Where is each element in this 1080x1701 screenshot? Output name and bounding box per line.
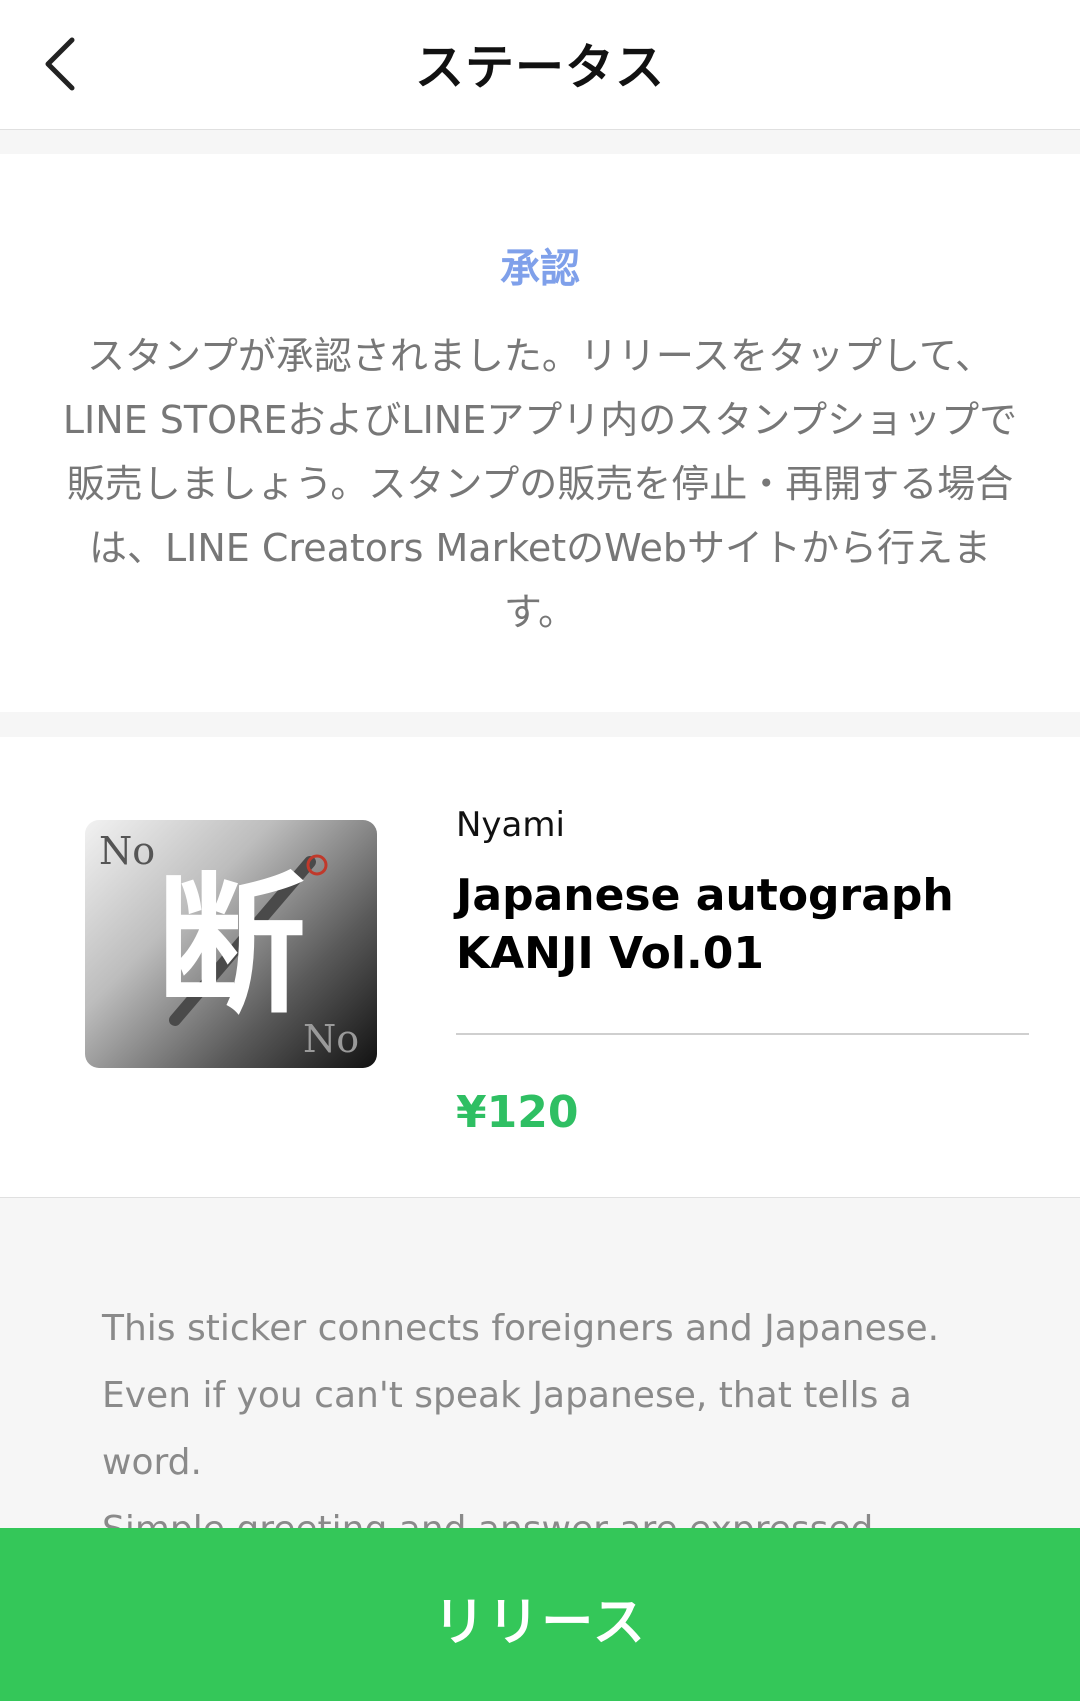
product-price: ¥120 (456, 1087, 579, 1138)
thumbnail-corner-bottom: No (303, 1017, 359, 1061)
creator-name: Nyami (456, 805, 565, 845)
thumbnail-corner-top: No (99, 829, 155, 873)
product-card[interactable]: No No 断 Nyami Japanese autograph KANJI V… (0, 737, 1080, 1198)
status-screen: ステータス 承認 スタンプが承認されました。リリースをタップして、LINE ST… (0, 0, 1080, 1701)
thumbnail-kanji: 断 (156, 858, 306, 1034)
page-title: ステータス (414, 39, 665, 96)
product-title: Japanese autograph KANJI Vol.01 (456, 870, 954, 979)
status-label: 承認 (500, 246, 580, 292)
release-button-label: リリース (433, 1593, 647, 1653)
divider (456, 1033, 1029, 1035)
release-button[interactable]: リリース (0, 1528, 1080, 1701)
status-card: 承認 スタンプが承認されました。リリースをタップして、LINE STOREおよび… (0, 154, 1080, 712)
status-message: スタンプが承認されました。リリースをタップして、LINE STOREおよびLIN… (62, 334, 1018, 634)
description-line: Even if you can't speak Japanese, that t… (102, 1375, 912, 1483)
description-line: This sticker connects foreigners and Jap… (102, 1308, 940, 1349)
app-header: ステータス (0, 0, 1080, 130)
sticker-thumbnail: No No 断 (85, 820, 377, 1068)
